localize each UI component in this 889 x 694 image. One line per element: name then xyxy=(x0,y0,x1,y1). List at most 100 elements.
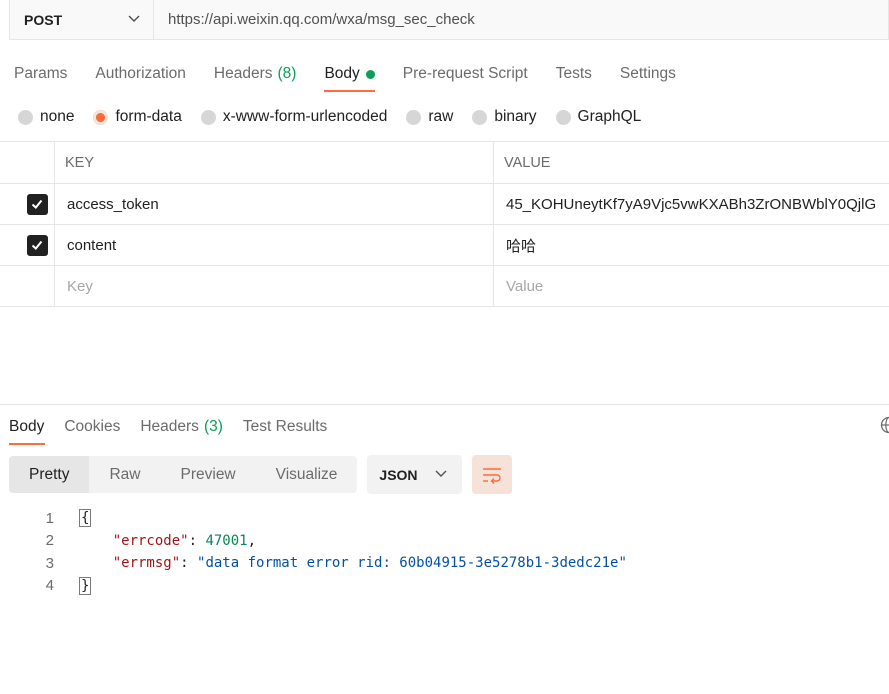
radio-label: none xyxy=(40,108,75,125)
response-toolbar: Pretty Raw Preview Visualize JSON xyxy=(9,455,513,494)
view-mode-raw[interactable]: Raw xyxy=(89,456,160,493)
radio-icon xyxy=(555,109,571,125)
line-number: 3 xyxy=(45,554,54,572)
radio-checked-icon xyxy=(93,109,109,125)
row-enabled-checkbox[interactable] xyxy=(26,234,48,256)
code-line: 3 "errmsg": "data format error rid: 60b0… xyxy=(0,552,627,575)
body-type-urlencoded[interactable]: x-www-form-urlencoded xyxy=(200,108,388,126)
format-select[interactable]: JSON xyxy=(367,455,463,494)
body-type-graphql[interactable]: GraphQL xyxy=(555,108,642,126)
radio-label: x-www-form-urlencoded xyxy=(222,108,388,125)
table-row-empty: Key Value xyxy=(0,266,889,307)
table-header-row: KEY VALUE xyxy=(0,142,889,184)
body-type-raw[interactable]: raw xyxy=(406,108,453,126)
view-mode-pretty[interactable]: Pretty xyxy=(9,456,90,493)
response-tabs: Body Cookies Headers (3) Test Results xyxy=(0,411,337,445)
wrap-lines-icon xyxy=(483,467,502,484)
response-tab-test-results[interactable]: Test Results xyxy=(233,411,337,443)
headers-count: (8) xyxy=(277,65,297,82)
close-brace: } xyxy=(79,576,92,595)
globe-icon[interactable] xyxy=(880,416,889,434)
wrap-lines-button[interactable] xyxy=(472,455,513,494)
tab-label: Cookies xyxy=(64,418,121,435)
column-header-value: VALUE xyxy=(504,154,551,171)
value-input[interactable]: 哈哈 xyxy=(494,225,889,265)
body-type-binary[interactable]: binary xyxy=(472,108,537,126)
column-header-key: KEY xyxy=(55,142,494,183)
key-input[interactable]: content xyxy=(55,225,494,265)
body-type-selector: none form-data x-www-form-urlencoded raw… xyxy=(18,104,660,130)
tab-pre-request-script[interactable]: Pre-request Script xyxy=(389,58,542,90)
response-headers-count: (3) xyxy=(203,418,223,435)
tab-label: Authorization xyxy=(95,65,186,82)
json-number: 47001 xyxy=(205,532,248,549)
code-line: 4 } xyxy=(0,575,627,598)
tab-label: Body xyxy=(9,418,45,435)
response-divider[interactable] xyxy=(0,404,889,405)
view-mode-selector: Pretty Raw Preview Visualize xyxy=(9,456,358,493)
method-label: POST xyxy=(24,11,63,28)
radio-label: binary xyxy=(494,108,537,125)
response-tab-headers[interactable]: Headers (3) xyxy=(130,411,233,443)
body-type-form-data[interactable]: form-data xyxy=(93,108,182,126)
checkmark-icon xyxy=(31,199,43,209)
row-enabled-checkbox[interactable] xyxy=(26,193,48,215)
request-tabs: Params Authorization Headers (8) Body Pre… xyxy=(0,58,690,92)
radio-icon xyxy=(406,109,422,125)
tab-label: Body xyxy=(324,65,360,82)
response-code-viewer[interactable]: 1 { 2 "errcode": 47001, 3 "errmsg": "dat… xyxy=(0,507,627,597)
radio-label: form-data xyxy=(115,108,182,125)
json-key: "errcode" xyxy=(112,532,189,549)
new-key-input[interactable]: Key xyxy=(55,266,494,306)
request-url-bar: POST https://api.weixin.qq.com/wxa/msg_s… xyxy=(9,0,889,40)
tab-label: Test Results xyxy=(242,418,328,435)
tab-label: Tests xyxy=(555,65,592,82)
code-line: 2 "errcode": 47001, xyxy=(0,530,627,553)
header-check-cell xyxy=(0,142,55,183)
method-select[interactable]: POST xyxy=(10,0,154,39)
line-number: 2 xyxy=(45,532,54,550)
radio-label: raw xyxy=(428,108,454,125)
radio-icon xyxy=(18,109,33,125)
json-key: "errmsg" xyxy=(112,555,181,572)
radio-icon xyxy=(472,109,488,125)
chevron-down-icon xyxy=(127,11,141,29)
checkmark-icon xyxy=(31,240,43,250)
format-label: JSON xyxy=(379,466,418,483)
tab-body[interactable]: Body xyxy=(310,58,388,92)
row-check-cell xyxy=(0,225,55,265)
open-brace: { xyxy=(79,509,92,528)
url-input[interactable]: https://api.weixin.qq.com/wxa/msg_sec_ch… xyxy=(154,11,888,28)
tab-headers[interactable]: Headers (8) xyxy=(200,58,311,90)
body-indicator-dot xyxy=(365,69,375,79)
response-tab-cookies[interactable]: Cookies xyxy=(54,411,130,443)
value-input[interactable]: 45_KOHUneytKf7yA9Vjc5vwKXABh3ZrONBWblY0Q… xyxy=(494,184,889,224)
body-type-none[interactable]: none xyxy=(18,108,74,126)
radio-label: GraphQL xyxy=(577,108,642,125)
tab-settings[interactable]: Settings xyxy=(606,58,690,90)
tab-tests[interactable]: Tests xyxy=(542,58,606,90)
tab-params[interactable]: Params xyxy=(0,58,81,90)
radio-icon xyxy=(200,109,216,125)
line-number: 4 xyxy=(45,577,54,595)
tab-label: Headers xyxy=(140,418,199,435)
line-number: 1 xyxy=(45,509,54,527)
json-string: "data format error rid: 60b04915-3e5278b… xyxy=(197,555,627,572)
table-row: access_token 45_KOHUneytKf7yA9Vjc5vwKXAB… xyxy=(0,184,889,225)
view-mode-preview[interactable]: Preview xyxy=(161,456,256,493)
table-row: content 哈哈 xyxy=(0,225,889,266)
code-line: 1 { xyxy=(0,507,627,530)
tab-label: Headers xyxy=(213,65,273,82)
chevron-down-icon xyxy=(434,466,448,483)
tab-label: Pre-request Script xyxy=(402,65,528,82)
tab-authorization[interactable]: Authorization xyxy=(81,58,199,90)
row-check-cell xyxy=(0,266,55,306)
form-data-table: KEY VALUE access_token 45_KOHUneytKf7yA9… xyxy=(0,141,889,307)
new-value-input[interactable]: Value xyxy=(494,266,889,306)
view-mode-visualize[interactable]: Visualize xyxy=(256,456,358,493)
response-tab-body[interactable]: Body xyxy=(0,411,54,445)
row-check-cell xyxy=(0,184,55,224)
tab-label: Settings xyxy=(619,65,676,82)
key-input[interactable]: access_token xyxy=(55,184,494,224)
tab-label: Params xyxy=(14,65,68,82)
